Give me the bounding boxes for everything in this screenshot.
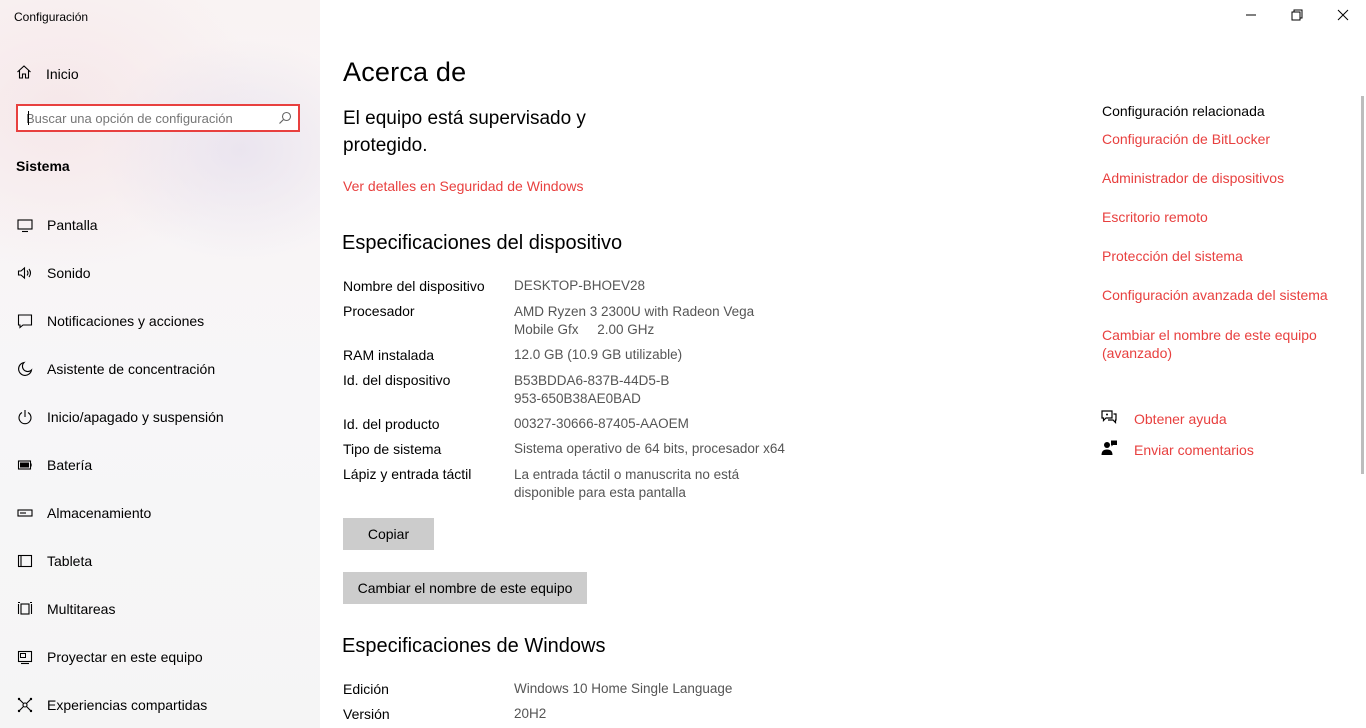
sidebar-item-tableta[interactable]: Tableta [16, 550, 306, 572]
spec-value: 00327-30666-87405-AAOEM [514, 416, 689, 431]
multitask-icon [16, 600, 34, 618]
sidebar-item-label: Sonido [47, 265, 91, 281]
sidebar-item-notificaciones[interactable]: Notificaciones y acciones [16, 310, 306, 332]
sidebar-item-label: Almacenamiento [47, 505, 152, 521]
sidebar: Configuración Inicio Sistema Pantalla So… [0, 0, 320, 728]
page-title: Acerca de [343, 57, 467, 87]
rename-pc-advanced-link[interactable]: Cambiar el nombre de este equipo (avanza… [1102, 326, 1332, 362]
send-feedback-label: Enviar comentarios [1134, 442, 1254, 458]
spec-value: B53BDDA6-837B-44D5-B953-650B38AE0BAD [514, 373, 670, 406]
spec-label: Id. del dispositivo [343, 372, 451, 388]
home-nav-item[interactable]: Inicio [16, 64, 79, 84]
scrollbar[interactable] [1361, 96, 1364, 474]
spec-value: La entrada táctil o manuscrita no está d… [514, 467, 740, 500]
sidebar-item-label: Multitareas [47, 601, 116, 617]
window-title: Configuración [14, 10, 89, 24]
speaker-icon [16, 264, 34, 282]
help-chat-icon [1100, 408, 1118, 431]
spec-label: Id. del producto [343, 416, 440, 432]
spec-label: Procesador [343, 303, 415, 319]
device-manager-link[interactable]: Administrador de dispositivos [1102, 169, 1342, 187]
get-help-link[interactable]: Obtener ayuda [1100, 408, 1227, 431]
spec-value: Windows 10 Home Single Language [514, 681, 733, 696]
section-title: Sistema [16, 158, 70, 174]
restore-button[interactable] [1288, 8, 1306, 26]
search-icon[interactable] [278, 111, 292, 130]
spec-value: Sistema operativo de 64 bits, procesador… [514, 441, 785, 456]
close-icon [1337, 8, 1349, 26]
sidebar-item-almacenamiento[interactable]: Almacenamiento [16, 502, 306, 524]
spec-label: Nombre del dispositivo [343, 278, 485, 294]
related-settings-title: Configuración relacionada [1102, 103, 1265, 119]
moon-icon [16, 360, 34, 378]
spec-label: Lápiz y entrada táctil [343, 466, 472, 482]
tablet-icon [16, 552, 34, 570]
minimize-icon [1245, 8, 1257, 26]
sidebar-item-label: Batería [47, 457, 93, 473]
copy-button[interactable]: Copiar [343, 518, 434, 550]
sidebar-item-sonido[interactable]: Sonido [16, 262, 306, 284]
security-details-link[interactable]: Ver detalles en Seguridad de Windows [343, 178, 583, 194]
sidebar-item-label: Proyectar en este equipo [47, 649, 203, 665]
get-help-label: Obtener ayuda [1134, 411, 1227, 427]
sidebar-item-label: Notificaciones y acciones [47, 313, 205, 329]
spec-value: 20H2 [514, 706, 547, 721]
sidebar-item-label: Asistente de concentración [47, 361, 216, 377]
home-label: Inicio [46, 66, 79, 82]
search-box[interactable] [16, 104, 300, 132]
project-icon [16, 648, 34, 666]
sidebar-item-proyectar[interactable]: Proyectar en este equipo [16, 646, 306, 668]
protection-status-heading: El equipo está supervisado y protegido. [343, 108, 586, 156]
spec-label: Tipo de sistema [343, 441, 442, 457]
battery-icon [16, 456, 34, 474]
sidebar-item-bateria[interactable]: Batería [16, 454, 306, 476]
remote-desktop-link[interactable]: Escritorio remoto [1102, 208, 1342, 226]
advanced-system-settings-link[interactable]: Configuración avanzada del sistema [1102, 286, 1342, 304]
spec-value: AMD Ryzen 3 2300U with Radeon Vega Mobil… [514, 304, 758, 337]
system-protection-link[interactable]: Protección del sistema [1102, 247, 1342, 265]
spec-label: Versión [343, 706, 390, 722]
spec-value: 12.0 GB (10.9 GB utilizable) [514, 347, 683, 362]
rename-pc-button[interactable]: Cambiar el nombre de este equipo [343, 572, 587, 604]
minimize-button[interactable] [1242, 8, 1260, 26]
spec-label: RAM instalada [343, 347, 435, 363]
sidebar-item-label: Inicio/apagado y suspensión [47, 409, 224, 425]
feedback-icon [1100, 439, 1118, 462]
storage-icon [16, 504, 34, 522]
sidebar-item-experiencias[interactable]: Experiencias compartidas [16, 694, 306, 716]
text-caret [28, 111, 29, 125]
search-input[interactable] [26, 106, 266, 130]
sidebar-item-pantalla[interactable]: Pantalla [16, 214, 306, 236]
sidebar-item-label: Tableta [47, 553, 93, 569]
shared-icon [16, 696, 34, 714]
sidebar-item-label: Experiencias compartidas [47, 697, 208, 713]
notification-icon [16, 312, 34, 330]
close-button[interactable] [1334, 8, 1352, 26]
home-icon [16, 64, 32, 85]
display-icon [16, 216, 34, 234]
spec-label: Edición [343, 681, 389, 697]
device-specs-title: Especificaciones del dispositivo [342, 232, 623, 254]
restore-icon [1291, 8, 1303, 26]
sidebar-item-inicio-apagado[interactable]: Inicio/apagado y suspensión [16, 406, 306, 428]
sidebar-item-concentracion[interactable]: Asistente de concentración [16, 358, 306, 380]
power-icon [16, 408, 34, 426]
sidebar-item-multitareas[interactable]: Multitareas [16, 598, 306, 620]
bitlocker-link[interactable]: Configuración de BitLocker [1102, 130, 1342, 148]
spec-value: DESKTOP-BHOEV28 [514, 278, 646, 293]
send-feedback-link[interactable]: Enviar comentarios [1100, 439, 1254, 462]
sidebar-item-label: Pantalla [47, 217, 98, 233]
windows-specs-title: Especificaciones de Windows [342, 635, 606, 657]
